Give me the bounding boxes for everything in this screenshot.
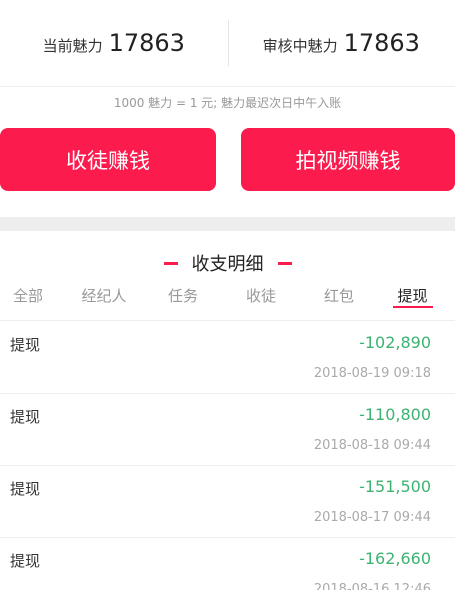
reviewing-charm: 审核中魅力 17863 xyxy=(227,0,455,86)
tab-redpacket[interactable]: 红包 xyxy=(308,283,370,320)
recruit-earn-button[interactable]: 收徒赚钱 xyxy=(0,128,216,191)
record-time: 2018-08-19 09:18 xyxy=(313,366,431,381)
reviewing-charm-label: 审核中魅力 xyxy=(262,36,338,55)
record-time: 2018-08-18 09:44 xyxy=(313,438,431,453)
list-item[interactable]: 提现 -110,800 2018-08-18 09:44 xyxy=(0,394,455,466)
record-type: 提现 xyxy=(10,552,41,570)
record-type: 提现 xyxy=(10,480,41,498)
tab-all[interactable]: 全部 xyxy=(0,283,56,320)
exchange-note: 1000 魅力 = 1 元; 魅力最迟次日中午入账 xyxy=(113,96,342,110)
charm-stats: 当前魅力 17863 审核中魅力 17863 xyxy=(0,0,455,87)
list-item[interactable]: 提现 -102,890 2018-08-19 09:18 xyxy=(0,322,455,394)
video-earn-button[interactable]: 拍视频赚钱 xyxy=(241,128,455,191)
action-buttons: 收徒赚钱 拍视频赚钱 xyxy=(0,128,455,191)
tab-recruit[interactable]: 收徒 xyxy=(214,283,308,320)
record-amount: -110,800 xyxy=(359,405,431,424)
record-type: 提现 xyxy=(10,408,41,426)
list-item[interactable]: 提现 -151,500 2018-08-17 09:44 xyxy=(0,466,455,538)
record-amount: -151,500 xyxy=(359,477,431,496)
filter-tabs: 全部 经纪人 任务 收徒 红包 提现 xyxy=(0,283,455,321)
tab-withdraw[interactable]: 提现 xyxy=(370,283,455,320)
tab-agent[interactable]: 经纪人 xyxy=(56,283,152,320)
section-title: 收支明细 xyxy=(191,254,264,275)
record-time: 2018-08-16 12:46 xyxy=(313,582,431,590)
reviewing-charm-value: 17863 xyxy=(343,29,420,57)
title-dash-right xyxy=(277,261,292,265)
tab-task[interactable]: 任务 xyxy=(152,283,214,320)
record-type: 提现 xyxy=(10,336,41,354)
record-time: 2018-08-17 09:44 xyxy=(313,510,431,525)
list-item[interactable]: 提现 -162,660 2018-08-16 12:46 xyxy=(0,538,455,590)
record-amount: -102,890 xyxy=(359,333,431,352)
record-amount: -162,660 xyxy=(359,549,431,568)
current-charm-label: 当前魅力 xyxy=(42,36,103,55)
details-header: 收支明细 xyxy=(0,250,455,276)
section-divider xyxy=(0,217,455,231)
current-charm-value: 17863 xyxy=(108,29,185,57)
record-list: 提现 -102,890 2018-08-19 09:18 提现 -110,800… xyxy=(0,322,455,590)
title-dash-left xyxy=(163,261,178,265)
current-charm: 当前魅力 17863 xyxy=(0,0,228,86)
